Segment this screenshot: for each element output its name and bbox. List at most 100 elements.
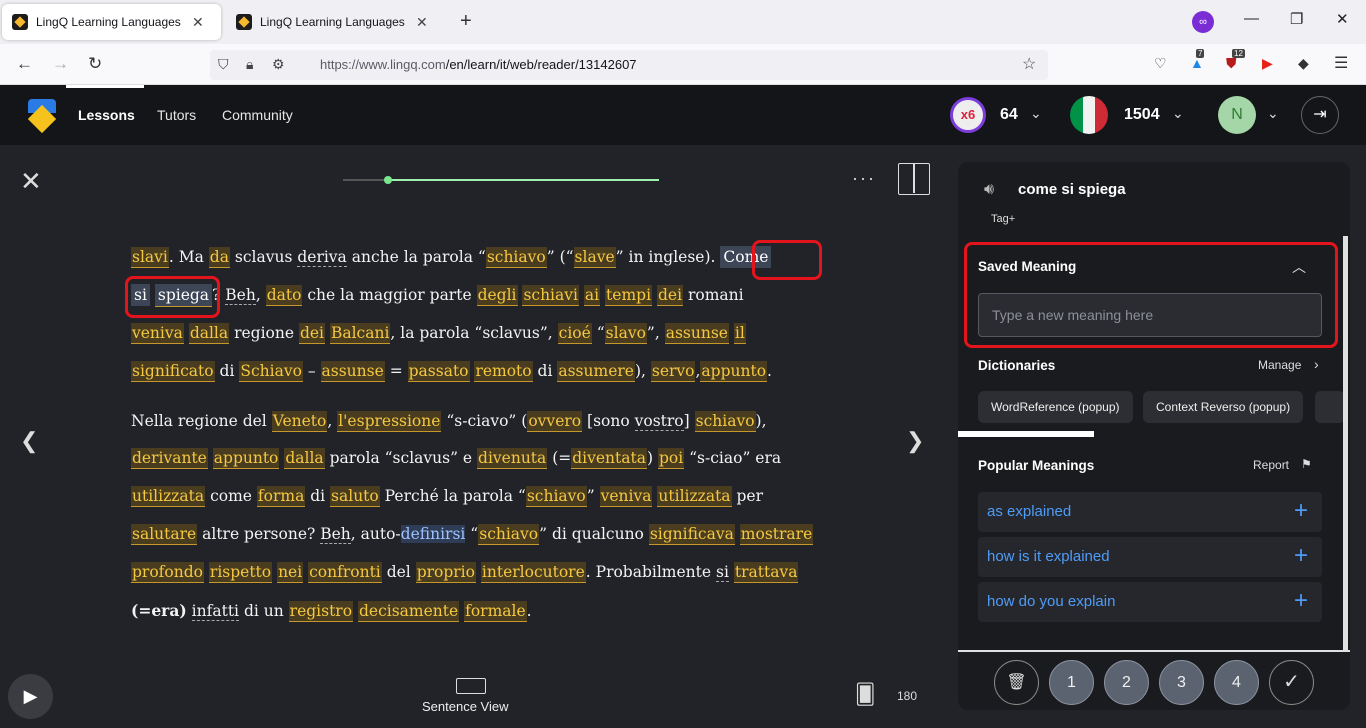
text-segment[interactable]: = — [385, 362, 408, 380]
bold-text[interactable]: (=era) — [131, 601, 187, 620]
close-reader-icon[interactable]: ✕ — [20, 168, 42, 194]
text-segment[interactable]: . — [527, 602, 532, 620]
popular-meaning-text[interactable]: how do you explain — [987, 593, 1115, 610]
word[interactable]: deriva — [297, 248, 347, 267]
toggle-sidebar-icon[interactable] — [898, 163, 930, 195]
lingq-word[interactable]: degli — [476, 285, 518, 306]
lingq-word[interactable]: salutare — [131, 524, 198, 545]
sentence-view-icon[interactable] — [456, 678, 486, 694]
speaker-icon[interactable]: 🔊︎ — [984, 181, 994, 199]
browser-tab-2[interactable]: LingQ Learning Languages Simp ✕ — [226, 4, 451, 40]
text-segment[interactable]: ” — [587, 487, 600, 505]
permissions-icon[interactable]: ⚙ — [272, 56, 285, 73]
text-segment[interactable]: “s-ciao” era — [684, 449, 781, 467]
new-tab-button[interactable]: + — [460, 10, 472, 33]
popular-meaning-item[interactable]: as explained + — [978, 492, 1322, 532]
lingq-word[interactable]: ovvero — [527, 411, 583, 432]
text-segment[interactable]: sclavus — [230, 248, 297, 266]
lingq-word[interactable]: passato — [407, 361, 470, 382]
back-icon[interactable]: ← — [16, 54, 33, 74]
lingq-word[interactable]: slave — [573, 247, 616, 268]
close-window-icon[interactable]: ✕ — [1336, 10, 1349, 28]
lingq-word[interactable]: veniva — [131, 323, 184, 344]
text-segment[interactable]: anche la parola “ — [347, 248, 486, 266]
popular-meaning-item[interactable]: how do you explain + — [978, 582, 1322, 622]
lingq-word[interactable]: schiavo — [485, 247, 547, 268]
text-segment[interactable]: Perché la parola “ — [380, 487, 526, 505]
lingq-word[interactable]: diventata — [571, 448, 647, 469]
text-segment[interactable]: ] — [684, 412, 695, 430]
lingq-word[interactable]: saluto — [330, 486, 380, 507]
pocket-icon[interactable]: ♡ — [1154, 55, 1167, 72]
status-4-button[interactable]: 4 — [1214, 660, 1259, 705]
chevron-down-icon[interactable]: ⌄ — [1267, 105, 1279, 122]
lingq-word[interactable]: Balcani — [329, 323, 391, 344]
delete-lingq-trash-icon[interactable]: 🗑︎ — [994, 660, 1039, 705]
lingq-word[interactable]: confronti — [308, 562, 382, 583]
previous-page-icon[interactable]: ❮ — [20, 428, 38, 454]
close-tab-icon[interactable]: ✕ — [416, 14, 428, 31]
lingq-word[interactable]: l'espressione — [337, 411, 442, 432]
add-meaning-plus-icon[interactable]: + — [1294, 587, 1308, 615]
nav-tutors[interactable]: Tutors — [157, 107, 196, 123]
lesson-progress-handle[interactable] — [384, 176, 392, 184]
lingq-word[interactable]: utilizzata — [131, 486, 206, 507]
text-segment[interactable]: , — [256, 286, 266, 304]
lingq-word[interactable]: derivante — [131, 448, 208, 469]
word[interactable]: Beh — [225, 286, 256, 305]
minimize-icon[interactable]: — — [1244, 10, 1259, 27]
text-segment[interactable]: altre persone? — [197, 525, 320, 543]
nav-lessons[interactable]: Lessons — [78, 107, 135, 123]
text-segment[interactable]: ), — [635, 362, 651, 380]
lingq-word[interactable]: decisamente — [357, 601, 460, 622]
text-segment[interactable]: Nella regione del — [131, 412, 272, 430]
address-bar[interactable]: ⛉ 🔒︎ ⚙ https://www.lingq.com/en/learn/it… — [210, 50, 1048, 80]
popular-meaning-text[interactable]: how is it explained — [987, 548, 1110, 565]
avatar[interactable]: N — [1218, 96, 1256, 134]
dictionary-more-button[interactable] — [1315, 391, 1345, 423]
lingq-word[interactable]: remoto — [474, 361, 533, 382]
private-mask-icon[interactable]: ∞ — [1192, 11, 1214, 33]
dictionary-context-reverso-button[interactable]: Context Reverso (popup) — [1143, 391, 1304, 423]
text-segment[interactable]: ”, — [647, 324, 665, 342]
lingq-word[interactable]: slavo — [604, 323, 647, 344]
url-text[interactable]: https://www.lingq.com/en/learn/it/web/re… — [320, 57, 637, 72]
play-audio-button[interactable]: ▶ — [8, 674, 53, 719]
italian-flag-icon[interactable] — [1070, 96, 1108, 134]
lingq-word[interactable]: appunto — [212, 448, 280, 469]
reload-icon[interactable]: ↻ — [88, 54, 102, 74]
text-segment[interactable]: ), — [756, 412, 767, 430]
lingq-word[interactable]: dei — [656, 285, 684, 306]
panel-scrollbar[interactable] — [1343, 236, 1348, 650]
more-options-icon[interactable]: ··· — [852, 168, 876, 189]
lingq-word[interactable]: rispetto — [208, 562, 273, 583]
lingq-word[interactable]: veniva — [599, 486, 653, 507]
text-segment[interactable]: . Ma — [169, 248, 209, 266]
word[interactable]: si — [716, 563, 729, 582]
text-segment[interactable]: ” (“ — [547, 248, 574, 266]
lingq-word[interactable]: slavi — [131, 247, 169, 268]
lingq-word[interactable]: formale — [464, 601, 527, 622]
lingq-word[interactable]: appunto — [700, 361, 768, 382]
word[interactable]: infatti — [191, 602, 240, 621]
lingq-word[interactable]: schiavo — [525, 486, 587, 507]
lingq-word[interactable]: registro — [288, 601, 354, 622]
exit-lesson-icon[interactable]: ⇥ — [1301, 96, 1339, 134]
text-segment[interactable]: ” in inglese). — [616, 248, 721, 266]
add-meaning-plus-icon[interactable]: + — [1294, 542, 1308, 570]
lingq-word[interactable]: assunse — [664, 323, 729, 344]
lingq-word[interactable]: assumere — [557, 361, 635, 382]
lingq-word[interactable]: significava — [648, 524, 735, 545]
text-segment[interactable]: parola “sclavus” e — [325, 449, 477, 467]
lingq-word[interactable]: Veneto — [271, 411, 328, 432]
lingq-word[interactable]: il — [733, 323, 746, 344]
add-meaning-plus-icon[interactable]: + — [1294, 497, 1308, 525]
lingq-word[interactable]: trattava — [733, 562, 799, 583]
word[interactable]: vostro — [634, 412, 684, 431]
text-segment[interactable]: di — [215, 362, 240, 380]
lingq-word[interactable]: Schiavo — [239, 361, 303, 382]
status-1-button[interactable]: 1 — [1049, 660, 1094, 705]
close-tab-icon[interactable]: ✕ — [192, 14, 204, 31]
lingq-word[interactable]: forma — [256, 486, 306, 507]
next-page-icon[interactable]: ❯ — [906, 428, 924, 454]
